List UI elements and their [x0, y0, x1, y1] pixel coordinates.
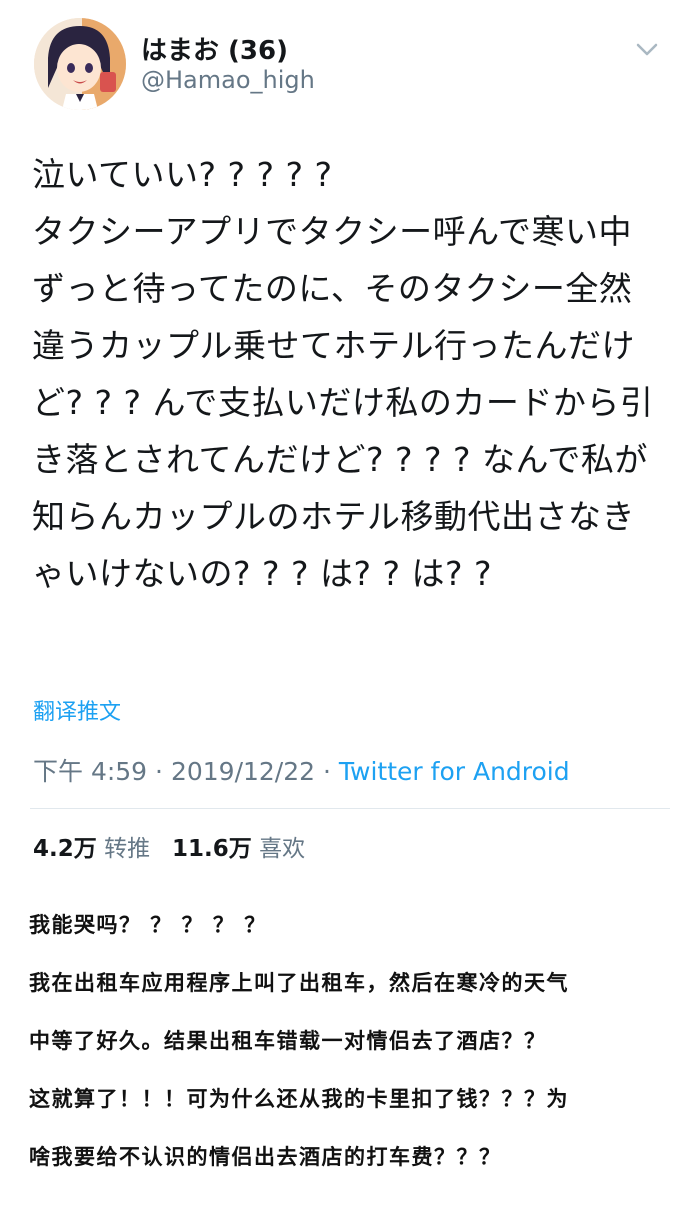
- translation-caption: 我能哭吗？ ？ ？ ？ ？ 我在出租车应用程序上叫了出租车，然后在寒冷的天气 中…: [29, 896, 679, 1186]
- translation-line: 这就算了！！！可为什么还从我的卡里扣了钱？？？为: [29, 1087, 569, 1111]
- like-count: 11.6万: [172, 836, 252, 862]
- retweet-count: 4.2万: [33, 836, 97, 862]
- tweet-time: 下午 4:59: [33, 757, 148, 786]
- translation-line: 我在出租车应用程序上叫了出租车，然后在寒冷的天气: [29, 971, 569, 995]
- author-handle[interactable]: @Hamao_high: [141, 66, 315, 94]
- anime-avatar-icon: [34, 18, 126, 110]
- chevron-down-icon[interactable]: [630, 36, 664, 62]
- divider: [30, 808, 670, 809]
- retweet-label: 转推: [104, 836, 151, 862]
- tweet-timestamp: 下午 4:59 · 2019/12/22 · Twitter for Andro…: [33, 752, 570, 788]
- author-display-name[interactable]: はまお (36): [141, 30, 288, 67]
- meta-separator: ·: [155, 757, 163, 786]
- tweet-date: 2019/12/22: [170, 757, 316, 786]
- translation-line: 中等了好久。结果出租车错载一对情侣去了酒店？？: [29, 1029, 547, 1053]
- likes-stat[interactable]: 11.6万 喜欢: [172, 836, 305, 862]
- like-label: 喜欢: [259, 836, 306, 862]
- tweet-source-link[interactable]: Twitter for Android: [339, 757, 570, 786]
- retweets-stat[interactable]: 4.2万 转推: [33, 836, 150, 862]
- translation-line: 我能哭吗？ ？ ？ ？ ？: [29, 913, 267, 937]
- meta-separator: ·: [323, 757, 331, 786]
- tweet-text: 泣いていい? ? ? ? ? タクシーアプリでタクシー呼んで寒い中ずっと待ってた…: [32, 155, 654, 593]
- translation-line: 啥我要给不认识的情侣出去酒店的打车费？？？: [29, 1145, 502, 1169]
- translate-tweet-link[interactable]: 翻译推文: [33, 694, 121, 726]
- tweet-stats: 4.2万 转推 11.6万 喜欢: [33, 829, 305, 863]
- avatar[interactable]: [34, 18, 126, 110]
